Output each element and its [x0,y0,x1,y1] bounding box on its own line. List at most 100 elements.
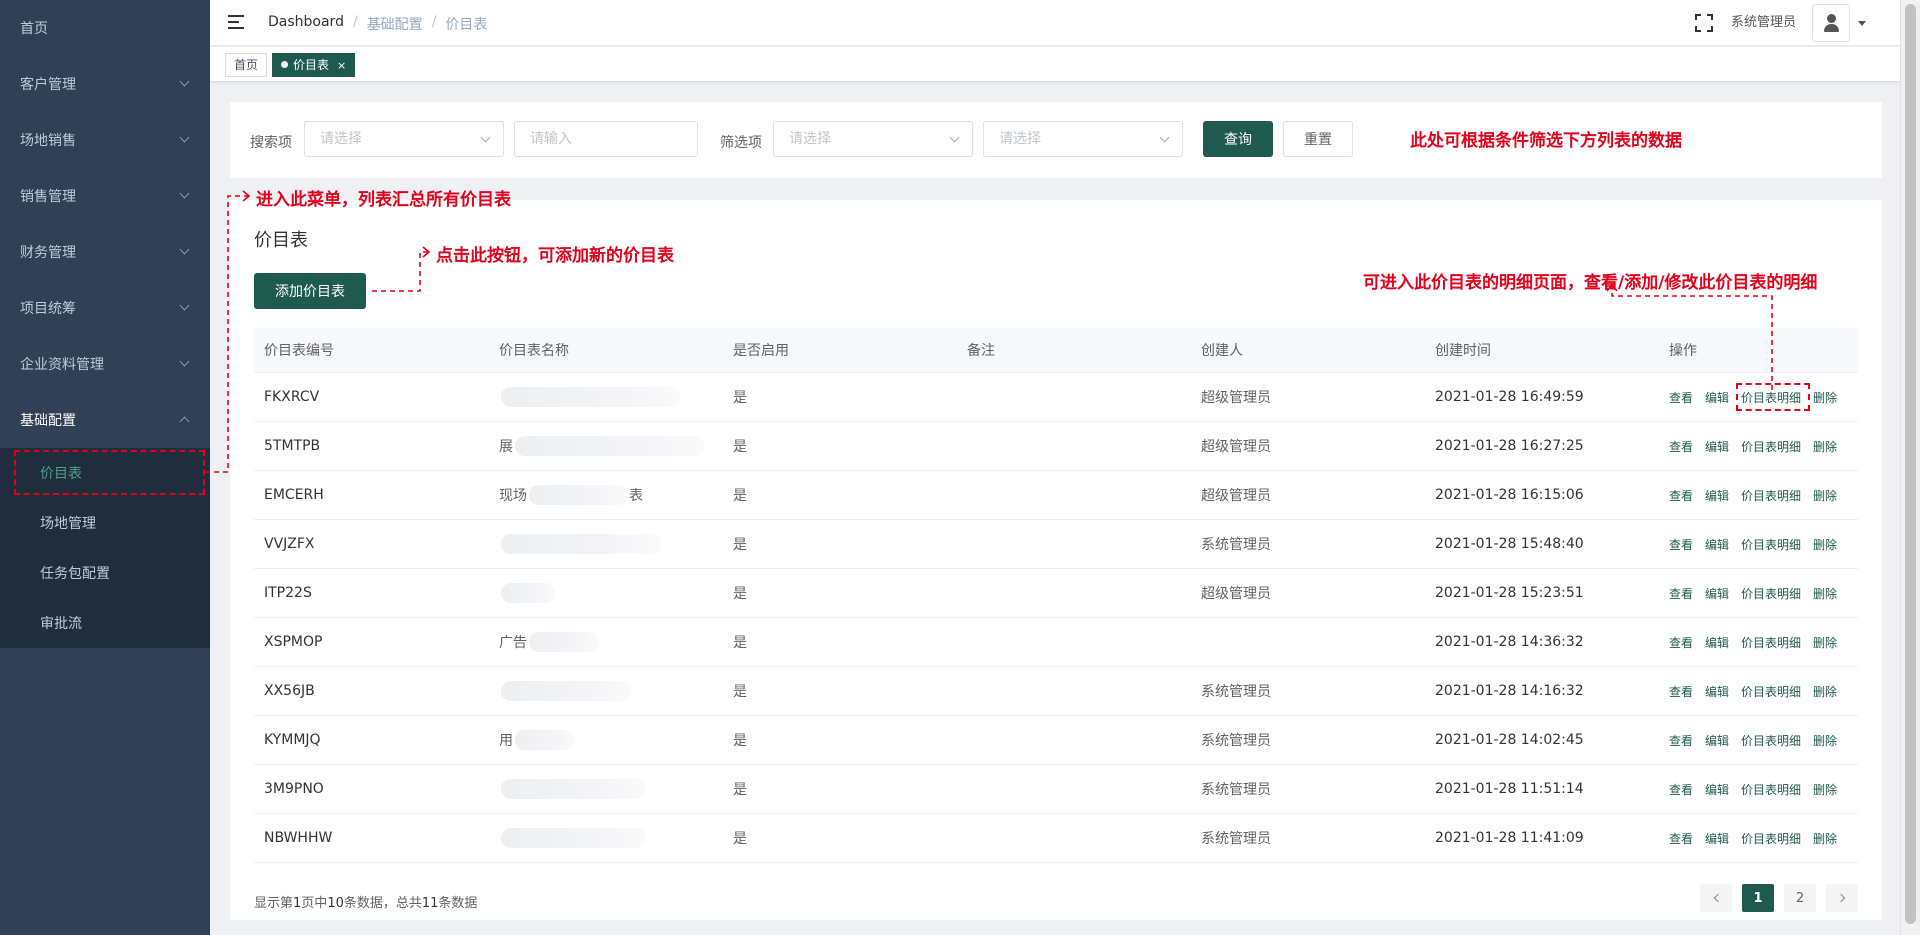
price-list-detail-link[interactable]: 价目表明细 [1741,781,1801,798]
sidebar-item-basic-config[interactable]: 基础配置 [0,392,210,448]
price-list-detail-link[interactable]: 价目表明细 [1741,585,1801,602]
redacted-blur [501,681,631,701]
chevron-down-icon [179,244,190,255]
edit-link[interactable]: 编辑 [1705,487,1729,504]
sidebar-item-venue-sales[interactable]: 场地销售 [0,112,210,168]
edit-link[interactable]: 编辑 [1705,389,1729,406]
fullscreen-icon[interactable] [1694,14,1713,32]
table-row: FKXRCV 是 超级管理员 2021-01-28 16:49:59 查看 编辑 价目表明细… [254,373,1858,422]
price-list-detail-link[interactable]: 价目表明细 [1741,536,1801,553]
sidebar-subitem-task-package[interactable]: 任务包配置 [0,548,210,598]
delete-link[interactable]: 删除 [1813,389,1837,406]
filter-select-1[interactable]: 请选择 [773,121,973,157]
edit-link[interactable]: 编辑 [1705,830,1729,847]
sidebar-subitem-approval-flow[interactable]: 审批流 [0,598,210,648]
table-body: FKXRCV 是超级管理员 2021-01-28 16:49:59 查看 编辑 价目表明细… [254,373,1858,863]
edit-link[interactable]: 编辑 [1705,536,1729,553]
edit-link[interactable]: 编辑 [1705,634,1729,651]
query-button[interactable]: 查询 [1203,121,1273,157]
price-list-detail-link[interactable]: 价目表明细 [1741,389,1801,406]
edit-link[interactable]: 编辑 [1705,732,1729,749]
edit-link[interactable]: 编辑 [1705,438,1729,455]
view-link[interactable]: 查看 [1669,830,1693,847]
breadcrumb-item-dashboard[interactable]: Dashboard [268,14,344,34]
delete-link[interactable]: 删除 [1813,683,1837,700]
annotation-filter-note: 此处可根据条件筛选下方列表的数据 [1410,131,1682,151]
cell-name: 展 [499,422,705,470]
sidebar-item-project[interactable]: 项目统筹 [0,280,210,336]
breadcrumb-item-basic-config: 基础配置 [366,17,423,33]
close-icon[interactable]: × [337,59,346,72]
view-link[interactable]: 查看 [1669,438,1693,455]
sidebar-item-home[interactable]: 首页 [0,0,210,56]
view-link[interactable]: 查看 [1669,634,1693,651]
edit-link[interactable]: 编辑 [1705,781,1729,798]
view-link[interactable]: 查看 [1669,389,1693,406]
view-link[interactable]: 查看 [1669,585,1693,602]
sidebar-subitem-price-list[interactable]: 价目表 [0,448,210,498]
cell-created-time: 2021-01-28 11:51:14 [1435,781,1584,797]
delete-link[interactable]: 删除 [1813,536,1837,553]
sidebar-item-customer[interactable]: 客户管理 [0,56,210,112]
add-price-list-button[interactable]: 添加价目表 [254,273,366,309]
view-link[interactable]: 查看 [1669,683,1693,700]
price-list-detail-link[interactable]: 价目表明细 [1741,732,1801,749]
sidebar-item-label: 财务管理 [20,245,76,261]
cell-enabled: 是 [733,488,747,504]
delete-link[interactable]: 删除 [1813,634,1837,651]
sidebar-item-label: 项目统筹 [20,301,76,317]
caret-down-icon[interactable] [1858,20,1866,26]
search-input[interactable]: 请输入 [514,121,698,157]
cell-creator: 超级管理员 [1201,390,1271,406]
price-list-detail-link[interactable]: 价目表明细 [1741,487,1801,504]
delete-link[interactable]: 删除 [1813,585,1837,602]
cell-name-text: 展 [499,439,513,455]
price-list-detail-link[interactable]: 价目表明细 [1741,683,1801,700]
sidebar-item-company-info[interactable]: 企业资料管理 [0,336,210,392]
sidebar-item-label: 场地销售 [20,133,76,149]
cell-created-time: 2021-01-28 14:02:45 [1435,732,1584,748]
sidebar-item-label: 场地管理 [40,516,96,532]
view-link[interactable]: 查看 [1669,487,1693,504]
reset-button[interactable]: 重置 [1283,121,1353,157]
price-list-detail-link[interactable]: 价目表明细 [1741,830,1801,847]
price-list-detail-link[interactable]: 价目表明细 [1741,438,1801,455]
annotation-menu-note: 进入此菜单，列表汇总所有价目表 [256,190,511,210]
hamburger-icon[interactable] [228,14,246,30]
edit-link[interactable]: 编辑 [1705,683,1729,700]
cell-creator: 超级管理员 [1201,488,1271,504]
delete-link[interactable]: 删除 [1813,732,1837,749]
cell-enabled: 是 [733,684,747,700]
cell-created-time: 2021-01-28 11:41:09 [1435,830,1584,846]
prev-page-button[interactable] [1700,884,1732,912]
chevron-down-icon [480,132,491,143]
scrollbar-thumb[interactable] [1905,4,1916,924]
page-1-button[interactable]: 1 [1742,884,1774,912]
search-field-select[interactable]: 请选择 [304,121,504,157]
view-link[interactable]: 查看 [1669,536,1693,553]
edit-link[interactable]: 编辑 [1705,585,1729,602]
delete-link[interactable]: 删除 [1813,438,1837,455]
price-list-detail-link[interactable]: 价目表明细 [1741,634,1801,651]
view-link[interactable]: 查看 [1669,732,1693,749]
delete-link[interactable]: 删除 [1813,781,1837,798]
filter-select-2[interactable]: 请选择 [983,121,1183,157]
annotation-add-note: 点击此按钮，可添加新的价目表 [436,246,674,266]
page-2-button[interactable]: 2 [1784,884,1816,912]
page-scrollbar[interactable] [1900,0,1920,935]
sidebar-item-sales[interactable]: 销售管理 [0,168,210,224]
column-header-enabled: 是否启用 [733,343,789,359]
redacted-blur [501,779,646,799]
tag-price-list[interactable]: 价目表 × [272,53,356,77]
delete-link[interactable]: 删除 [1813,830,1837,847]
sidebar-subitem-venue-management[interactable]: 场地管理 [0,498,210,548]
view-link[interactable]: 查看 [1669,781,1693,798]
tag-home[interactable]: 首页 [225,53,268,77]
avatar[interactable] [1812,4,1850,42]
cell-code: XSPMOP [264,634,323,650]
cell-actions: 查看 编辑 价目表明细 删除 [1669,667,1849,715]
delete-link[interactable]: 删除 [1813,487,1837,504]
sidebar-item-finance[interactable]: 财务管理 [0,224,210,280]
next-page-button[interactable] [1826,884,1858,912]
sidebar-item-label: 销售管理 [20,189,76,205]
